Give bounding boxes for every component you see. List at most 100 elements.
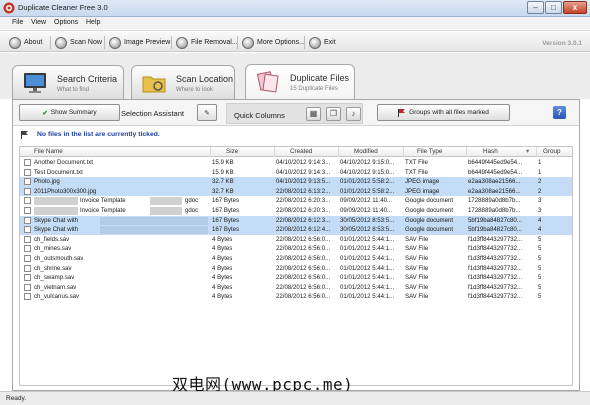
hash-cell: f1d3ff8443297732... <box>468 274 523 282</box>
modified-cell: 01/01/2012 5:44:1... <box>340 255 395 262</box>
created-cell: 22/08/2012 6:56:0... <box>276 274 331 282</box>
menu-help[interactable]: Help <box>86 19 100 26</box>
created-cell: 22/08/2012 6:56:0... <box>276 245 331 253</box>
row-checkbox[interactable] <box>24 245 31 253</box>
table-row[interactable]: ch_vietnam.sav 4 Bytes 22/08/2012 6:56:0..… <box>20 283 572 293</box>
window-columns-button[interactable]: ❐ <box>326 107 341 121</box>
size-cell: 32.7 KB <box>212 187 234 195</box>
help-button[interactable]: ? <box>553 106 566 119</box>
group-cell: 5 <box>538 264 542 272</box>
show-summary-label: Show Summary <box>50 109 97 116</box>
tab-duplicate-files[interactable]: Duplicate Files 15 Duplicate Files <box>245 64 355 102</box>
table-row[interactable]: ch_vulcanus.sav 4 Bytes 22/08/2012 6:56:0.… <box>20 292 572 302</box>
column-header-file-name[interactable]: File Name <box>34 148 63 155</box>
modified-cell: 30/05/2012 8:53:5... <box>340 226 395 234</box>
hash-cell: f1d3ff8443297732... <box>468 283 523 291</box>
more-options-button[interactable]: More Options... <box>242 35 305 50</box>
table-row[interactable]: ch_outsmouth.sav 4 Bytes 22/08/2012 6:56:0… <box>20 254 572 264</box>
table-row[interactable]: Photo.jpg 32.7 KB 04/10/2012 9:13:5... 01/0… <box>20 177 572 187</box>
selection-assistant-label: Selection Assistant <box>121 109 184 118</box>
table-row[interactable]: ch_swamp.sav 4 Bytes 22/08/2012 6:56:0... 0… <box>20 273 572 283</box>
exit-button[interactable]: Exit <box>309 35 336 50</box>
type-cell: SAV File <box>405 274 429 282</box>
maximize-button[interactable]: □ <box>545 1 562 14</box>
minimize-button[interactable]: – <box>527 1 544 14</box>
table-row[interactable]: Skype Chat with 167 Bytes 22/08/2012 6:12:… <box>20 215 572 226</box>
column-divider <box>466 147 467 157</box>
menu-options[interactable]: Options <box>54 19 78 26</box>
hash-cell: e2aa308ae21566... <box>468 187 521 195</box>
row-checkbox[interactable] <box>24 168 31 176</box>
grid-icon: ▦ <box>309 109 318 118</box>
table-row[interactable]: Invoice Template gdoc 167 Bytes 22/08/2012 … <box>20 196 572 206</box>
row-checkbox[interactable] <box>24 283 31 291</box>
column-header-modified[interactable]: Modified <box>354 148 378 155</box>
about-button[interactable]: About <box>9 35 42 50</box>
column-header-size[interactable]: Size <box>226 148 238 155</box>
toolbar-divider <box>304 36 305 49</box>
column-header-hash[interactable]: Hash <box>483 148 498 155</box>
tab-search-criteria[interactable]: Search Criteria What to find <box>12 65 124 101</box>
row-checkbox[interactable] <box>24 264 31 272</box>
tab-scan-location[interactable]: Scan Location Where to look <box>131 65 235 101</box>
table-row[interactable]: 2011Photo300x300.jpg 32.7 KB 22/08/2012 6:… <box>20 186 572 197</box>
column-header-created[interactable]: Created <box>290 148 312 155</box>
type-cell: JPEG image <box>405 178 440 186</box>
music-columns-button[interactable]: ♪ <box>346 107 361 121</box>
table-row[interactable]: ch_fields.sav 4 Bytes 22/08/2012 6:56:0...… <box>20 235 572 245</box>
table-row[interactable]: Invoice Template gdoc 167 Bytes 22/08/2012 … <box>20 206 572 216</box>
show-summary-button[interactable]: ✔ Show Summary <box>19 104 120 121</box>
red-flag-icon <box>398 108 406 117</box>
row-checkbox[interactable] <box>24 197 31 205</box>
row-checkbox[interactable] <box>24 178 31 186</box>
status-text: Ready. <box>6 395 27 402</box>
table-row[interactable]: Skype Chat with 167 Bytes 22/08/2012 6:12:… <box>20 225 572 235</box>
groups-marked-label: Groups with all files marked <box>409 109 489 116</box>
hash-cell: e2aa308ae21566... <box>468 178 521 186</box>
group-cell: 5 <box>538 235 542 243</box>
row-checkbox[interactable] <box>24 255 31 262</box>
hash-cell: f1d3ff8443297732... <box>468 293 523 301</box>
close-button[interactable]: x <box>563 1 587 14</box>
tab-title: Duplicate Files <box>290 73 350 83</box>
created-cell: 04/10/2012 9:13:5... <box>276 178 331 186</box>
menu-file[interactable]: File <box>12 19 23 26</box>
redacted-area <box>34 197 78 206</box>
title-bar: Duplicate Cleaner Free 3.0 – □ x <box>0 0 590 17</box>
file-removal-button[interactable]: File Removal... <box>176 35 238 50</box>
scan-now-button[interactable]: Scan Now <box>55 35 102 50</box>
row-checkbox[interactable] <box>24 293 31 301</box>
grid-columns-button[interactable]: ▦ <box>306 107 321 121</box>
modified-cell: 04/10/2012 9:15:0... <box>340 168 395 176</box>
row-checkbox[interactable] <box>24 207 31 214</box>
groups-marked-button[interactable]: Groups with all files marked <box>377 104 510 121</box>
table-row[interactable]: ch_mines.sav 4 Bytes 22/08/2012 6:56:0... 0… <box>20 244 572 254</box>
menu-view[interactable]: View <box>31 19 46 26</box>
size-cell: 15.9 KB <box>212 159 234 166</box>
row-checkbox[interactable] <box>24 274 31 282</box>
table-row[interactable]: Test Document.txt 15.9 KB 04/10/2012 9:14:… <box>20 168 572 178</box>
toolbar-divider <box>171 36 172 49</box>
row-checkbox[interactable] <box>24 159 31 166</box>
selection-assistant-button[interactable]: ✎ <box>197 104 217 121</box>
type-cell: TXT File <box>405 168 428 176</box>
menu-bar: File View Options Help <box>0 17 590 29</box>
table-row[interactable]: ch_shrine.sav 4 Bytes 22/08/2012 6:56:0...… <box>20 264 572 274</box>
table-row[interactable]: Another Document.txt 15.9 KB 04/10/2012 9:… <box>20 158 572 168</box>
created-cell: 22/08/2012 6:56:0... <box>276 255 331 262</box>
row-checkbox[interactable] <box>24 216 31 224</box>
row-checkbox[interactable] <box>24 235 31 243</box>
group-cell: 2 <box>538 187 542 195</box>
column-header-file-type[interactable]: File Type <box>417 148 442 155</box>
type-cell: SAV File <box>405 264 429 272</box>
row-checkbox[interactable] <box>24 226 31 234</box>
hash-cell: f1d3ff8443297732... <box>468 245 523 253</box>
size-cell: 32.7 KB <box>212 178 234 186</box>
action-bar: ✔ Show Summary Selection Assistant ✎ Qui… <box>13 100 579 126</box>
tab-subtitle: Where to look <box>176 87 214 93</box>
exit-icon <box>309 36 321 49</box>
group-cell: 5 <box>538 245 542 253</box>
row-checkbox[interactable] <box>24 187 31 195</box>
image-preview-button[interactable]: Image Preview <box>109 35 170 50</box>
column-header-group[interactable]: Group <box>543 148 561 155</box>
